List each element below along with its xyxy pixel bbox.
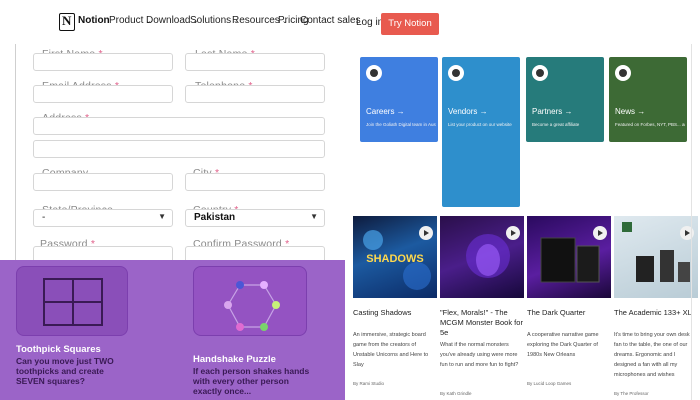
nav-product[interactable]: Product ⌄ [109, 15, 151, 26]
casting-shadows-title[interactable]: Casting Shadows [353, 308, 411, 317]
toothpick-squares-icon [43, 278, 103, 326]
address-line-2-field[interactable] [33, 140, 325, 158]
last-name-field[interactable] [185, 53, 325, 71]
dark-quarter-description: A cooperative narrative game exploring t… [527, 332, 599, 358]
partners-title: Partners → [532, 107, 573, 116]
handshake-puzzle-description: If each person shakes hands with every o… [193, 366, 310, 396]
puzzle-banner: Toothpick Squares Can you move just TWO … [0, 260, 345, 400]
address-field[interactable] [33, 117, 325, 135]
careers-title: Careers → [366, 107, 405, 116]
vendors-tile[interactable]: Vendors → List your product on our websi… [442, 57, 520, 207]
handshake-graph-icon [224, 281, 280, 331]
monster-book-description: What if the normal monsters you've alrea… [440, 342, 519, 368]
monster-book-title[interactable]: "Flex, Morals!" - The MCGM Monster Book … [440, 308, 524, 338]
form-divider [15, 44, 16, 260]
handshake-puzzle-image[interactable] [193, 266, 307, 336]
casting-shadows-description: An immersive, strategic board game from … [353, 332, 429, 368]
signup-form: First Name * Last Name * Email Address *… [0, 44, 345, 260]
telephone-field[interactable] [185, 85, 325, 103]
city-field[interactable] [185, 173, 325, 191]
news-title: News → [615, 107, 646, 116]
people-icon [366, 65, 382, 81]
first-name-field[interactable] [33, 53, 173, 71]
news-tile[interactable]: News → Featured on Forbes, NYT, PBS... a… [609, 57, 687, 142]
academic-fan-image[interactable] [614, 216, 698, 298]
news-description: Featured on Forbes, NYT, PBS... and more [615, 122, 685, 127]
toothpick-puzzle-title[interactable]: Toothpick Squares [16, 344, 101, 355]
svg-text:SHADOWS: SHADOWS [366, 253, 423, 265]
play-icon[interactable] [506, 226, 520, 240]
academic-fan-description: It's time to bring your own desk fan to … [614, 332, 690, 378]
nav-contact-sales[interactable]: Contact sales [300, 15, 361, 26]
dark-quarter-title[interactable]: The Dark Quarter [527, 308, 585, 317]
partners-tile[interactable]: Partners → Become a great affiliate [526, 57, 604, 142]
partners-description: Become a great affiliate [532, 122, 580, 127]
dropdown-arrow-icon: ▼ [158, 212, 166, 221]
academic-fan-author[interactable]: By The Professor [614, 391, 649, 396]
company-field[interactable] [33, 173, 173, 191]
vendors-title: Vendors → [448, 107, 488, 116]
toothpick-puzzle-image[interactable] [16, 266, 128, 336]
dark-quarter-image[interactable] [527, 216, 611, 298]
careers-tile[interactable]: Careers → Join the Goliath Digital team … [360, 57, 438, 142]
academic-fan-title[interactable]: The Academic 133+ XL [614, 308, 692, 317]
vendors-description: List your product on our website [448, 122, 512, 127]
email-field[interactable] [33, 85, 173, 103]
top-navigation: Notion Product⌄ Download⌄ Solutions⌄ Res… [0, 0, 700, 51]
casting-shadows-author[interactable]: By Rami Studio [353, 381, 384, 386]
monster-book-image[interactable] [440, 216, 524, 298]
handshake-icon [532, 65, 548, 81]
notion-logo-icon[interactable] [59, 13, 75, 31]
dropdown-arrow-icon: ▼ [310, 212, 318, 221]
right-panel: Careers → Join the Goliath Digital team … [350, 44, 700, 400]
state-select[interactable]: - ▼ [33, 209, 173, 227]
news-icon [615, 65, 631, 81]
confirm-password-field[interactable] [185, 246, 325, 260]
right-edge-line [691, 44, 692, 400]
country-select[interactable]: Pakistan ▼ [185, 209, 325, 227]
handshake-puzzle-title[interactable]: Handshake Puzzle [193, 354, 276, 365]
login-link[interactable]: Log in [356, 17, 383, 28]
toothpick-puzzle-description: Can you move just TWO toothpicks and cre… [16, 356, 114, 386]
careers-description: Join the Goliath Digital team in Austin [366, 122, 436, 127]
password-field[interactable] [33, 246, 173, 260]
monster-book-author[interactable]: By Kath Grindle [440, 391, 472, 396]
play-icon[interactable] [419, 226, 433, 240]
casting-shadows-image[interactable]: SHADOWS [353, 216, 437, 298]
dark-quarter-author[interactable]: By Lucid Loop Games [527, 381, 571, 386]
try-notion-free-button[interactable]: Try Notion free [381, 13, 439, 51]
brand-name[interactable]: Notion [78, 15, 110, 26]
vendor-icon [448, 65, 464, 81]
play-icon[interactable] [593, 226, 607, 240]
